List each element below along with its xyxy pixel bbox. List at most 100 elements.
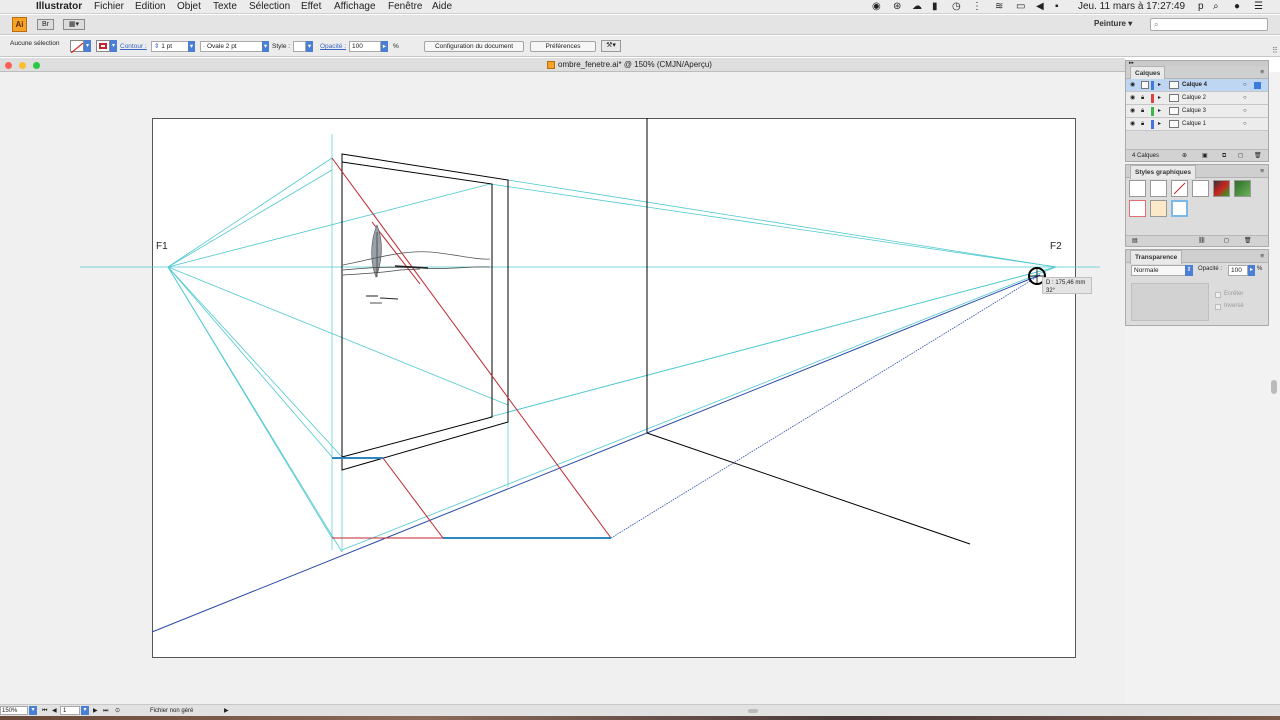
control-bar-grip-icon[interactable]: ⠿: [1272, 40, 1278, 61]
stroke-panel-link[interactable]: Contour :: [120, 36, 147, 57]
layer-name[interactable]: Calque 3: [1182, 105, 1206, 118]
layer-row-calque-2[interactable]: ◉ 🔒︎ ▸ Calque 2 ○: [1126, 92, 1268, 105]
flag-icon[interactable]: ▪: [1055, 0, 1059, 14]
panel-menu-icon[interactable]: ≡: [1260, 165, 1264, 178]
expand-layer-icon[interactable]: ▸: [1158, 79, 1161, 92]
stroke-dropdown-arrow[interactable]: ▾: [110, 40, 117, 52]
layer-name[interactable]: Calque 4: [1182, 79, 1207, 92]
menu-aide[interactable]: Aide: [432, 0, 452, 14]
blend-mode-arrow[interactable]: ⇕: [1185, 265, 1193, 276]
record-icon[interactable]: ◉: [872, 0, 881, 14]
horizontal-scroll-thumb[interactable]: [748, 709, 758, 713]
stroke-weight-dropdown[interactable]: ▾: [188, 41, 195, 52]
menu-effet[interactable]: Effet: [301, 0, 321, 14]
siri-icon[interactable]: ●: [1234, 0, 1240, 14]
cloud-icon[interactable]: ☁: [912, 0, 922, 14]
delete-layer-icon[interactable]: 🗑︎: [1254, 150, 1262, 162]
locate-object-icon[interactable]: ⊕: [1182, 150, 1187, 162]
new-sublayer-icon[interactable]: ⧉: [1222, 150, 1226, 162]
panel-menu-icon[interactable]: ≡: [1260, 66, 1264, 79]
display-icon[interactable]: ▭: [1016, 0, 1025, 14]
app-menu[interactable]: Illustrator: [36, 0, 82, 14]
target-circle-icon[interactable]: ○: [1243, 79, 1247, 92]
opacity-link[interactable]: Opacité :: [320, 36, 346, 57]
extras-icon[interactable]: ⋮: [972, 0, 982, 14]
canvas-area[interactable]: F1 F2 D : 175,46 mm 32°: [0, 72, 1125, 704]
layer-row-calque-1[interactable]: ◉ 🔒︎ ▸ Calque 1 ○: [1126, 118, 1268, 131]
perspective-drawing[interactable]: [0, 72, 1125, 704]
menu-fichier[interactable]: Fichier: [94, 0, 124, 14]
style-dropdown[interactable]: ▾: [306, 41, 313, 52]
clip-checkbox[interactable]: [1215, 292, 1221, 298]
tab-calques[interactable]: Calques: [1130, 66, 1166, 80]
menu-affichage[interactable]: Affichage: [334, 0, 376, 14]
new-style-icon[interactable]: ◻: [1224, 236, 1229, 247]
break-link-icon[interactable]: ⛓: [1198, 236, 1206, 247]
transparency-opacity-dropdown[interactable]: ▸: [1248, 265, 1255, 276]
preferences-button[interactable]: Préférences: [530, 41, 596, 52]
visibility-eye-icon[interactable]: ◉: [1130, 118, 1135, 131]
selection-indicator[interactable]: [1254, 82, 1261, 89]
menu-fenetre[interactable]: Fenêtre: [388, 0, 422, 14]
visibility-eye-icon[interactable]: ◉: [1130, 92, 1135, 105]
artboard-number-field[interactable]: 1: [60, 706, 80, 715]
menu-edition[interactable]: Edition: [135, 0, 166, 14]
style-swatch-texture[interactable]: [1213, 180, 1230, 197]
lock-icon[interactable]: 🔒︎: [1141, 105, 1144, 118]
style-swatch-green[interactable]: [1234, 180, 1251, 197]
target-circle-icon[interactable]: ○: [1243, 105, 1247, 118]
transparency-opacity-field[interactable]: 100: [1228, 265, 1248, 276]
document-setup-button[interactable]: Configuration du document: [424, 41, 524, 52]
layer-row-calque-3[interactable]: ◉ 🔒︎ ▸ Calque 3 ○: [1126, 105, 1268, 118]
panel-menu-icon[interactable]: ≡: [1260, 250, 1264, 263]
close-window-button[interactable]: [5, 62, 12, 69]
style-swatch-outline[interactable]: [1192, 180, 1209, 197]
stroke-weight-field[interactable]: ⇕ 1 pt: [151, 41, 191, 52]
fill-dropdown-arrow[interactable]: ▾: [84, 40, 91, 52]
document-title[interactable]: ombre_fenetre.ai* @ 150% (CMJN/Aperçu): [558, 58, 712, 72]
bridge-icon[interactable]: Br: [37, 19, 54, 30]
target-circle-icon[interactable]: ○: [1243, 118, 1247, 131]
style-swatch-red-stroke[interactable]: [1171, 180, 1188, 197]
artboard-dropdown[interactable]: ▾: [81, 706, 89, 715]
visibility-eye-icon[interactable]: ◉: [1130, 105, 1135, 118]
search-help-input[interactable]: ⌕: [1150, 18, 1268, 31]
volume-icon[interactable]: ◀: [1036, 0, 1044, 14]
lock-icon[interactable]: 🔒︎: [1141, 118, 1144, 131]
opacity-dropdown[interactable]: ▸: [381, 41, 388, 52]
opacity-field[interactable]: 100: [349, 41, 381, 52]
expand-layer-icon[interactable]: ▸: [1158, 92, 1161, 105]
make-clipping-mask-icon[interactable]: ▣: [1202, 150, 1208, 162]
sync-icon[interactable]: ⊛: [893, 0, 901, 14]
style-swatch[interactable]: [293, 41, 306, 52]
opacity-mask-thumbnail[interactable]: [1131, 283, 1209, 321]
tab-transparence[interactable]: Transparence: [1130, 250, 1183, 264]
lock-toggle-icon[interactable]: [1141, 81, 1149, 89]
stroke-swatch[interactable]: [96, 40, 110, 52]
minimize-window-button[interactable]: [19, 62, 26, 69]
panel-options-icon[interactable]: ⚒▾: [601, 40, 621, 52]
style-swatch-default[interactable]: [1129, 180, 1146, 197]
arrange-documents-icon[interactable]: ▦▾: [63, 19, 85, 30]
clock[interactable]: Jeu. 11 mars à 17:27:49: [1078, 0, 1185, 14]
layer-row-calque-4[interactable]: ◉ ▸ Calque 4 ○: [1126, 79, 1268, 92]
workspace-switcher[interactable]: Peinture ▾: [1094, 19, 1132, 28]
tab-styles-graphiques[interactable]: Styles graphiques: [1130, 165, 1196, 179]
new-layer-icon[interactable]: ◻: [1238, 150, 1243, 162]
blend-mode-select[interactable]: Normale: [1131, 265, 1193, 276]
target-circle-icon[interactable]: ○: [1243, 92, 1247, 105]
fill-swatch[interactable]: [70, 40, 84, 54]
layer-name[interactable]: Calque 1: [1182, 118, 1206, 131]
style-swatch-blue-border[interactable]: [1171, 200, 1188, 217]
layer-name[interactable]: Calque 2: [1182, 92, 1206, 105]
user-menu[interactable]: p: [1198, 0, 1204, 14]
expand-layer-icon[interactable]: ▸: [1158, 118, 1161, 131]
zoom-window-button[interactable]: [33, 62, 40, 69]
menu-texte[interactable]: Texte: [213, 0, 237, 14]
notification-center-icon[interactable]: ☰: [1254, 0, 1263, 14]
vertical-scroll-thumb[interactable]: [1271, 380, 1277, 394]
zoom-level-field[interactable]: 150%: [0, 706, 28, 715]
battery-icon[interactable]: ▮: [932, 0, 938, 14]
wifi-icon[interactable]: ≋: [995, 0, 1003, 14]
time-machine-icon[interactable]: ◷: [952, 0, 961, 14]
